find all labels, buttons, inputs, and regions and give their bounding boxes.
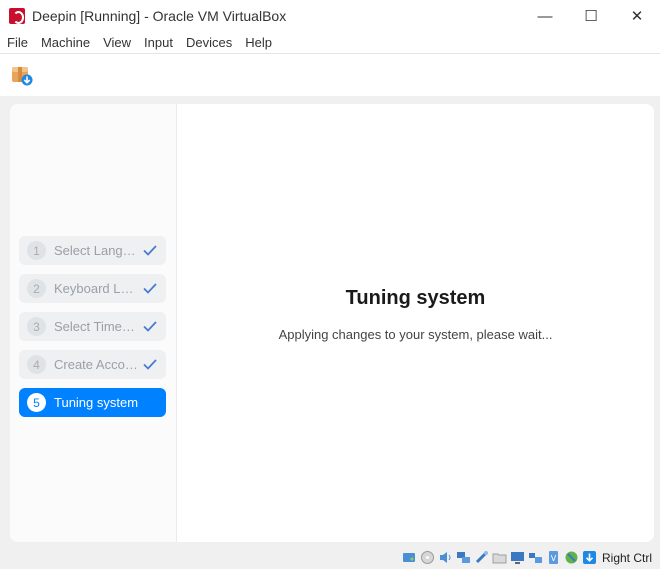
step-select-language: 1 Select Language (19, 236, 166, 265)
hard-disk-icon[interactable] (402, 550, 417, 565)
window-controls: — ☐ ✕ (522, 0, 660, 32)
installer-window: 1 Select Language 2 Keyboard Layout 3 Se… (10, 104, 654, 542)
step-tuning-system: 5 Tuning system (19, 388, 166, 417)
display-icon[interactable] (510, 550, 525, 565)
step-number: 2 (27, 279, 46, 298)
maximize-button[interactable]: ☐ (568, 0, 614, 32)
step-label: Create Account (54, 357, 139, 372)
virtualbox-vm-icon (9, 8, 25, 24)
step-label: Select Language (54, 243, 139, 258)
page-title: Tuning system (345, 287, 486, 309)
menu-file[interactable]: File (0, 35, 34, 50)
step-create-account: 4 Create Account (19, 350, 166, 379)
title-bar: Deepin [Running] - Oracle VM VirtualBox … (0, 0, 660, 32)
menu-devices[interactable]: Devices (179, 35, 238, 50)
step-label: Select Timezone (54, 319, 139, 334)
menu-input[interactable]: Input (137, 35, 179, 50)
menu-help[interactable]: Help (238, 35, 278, 50)
step-number: 4 (27, 355, 46, 374)
cpu-icon[interactable] (564, 550, 579, 565)
checkmark-icon (139, 321, 161, 332)
step-number: 3 (27, 317, 46, 336)
vm-display[interactable]: 1 Select Language 2 Keyboard Layout 3 Se… (0, 96, 660, 546)
svg-text:V: V (551, 554, 557, 563)
menu-view[interactable]: View (96, 35, 137, 50)
minimize-button[interactable]: — (522, 0, 568, 32)
audio-icon[interactable] (438, 550, 453, 565)
step-number: 5 (27, 393, 46, 412)
window-title: Deepin [Running] - Oracle VM VirtualBox (32, 8, 287, 24)
menu-machine[interactable]: Machine (34, 35, 96, 50)
installer-steps-sidebar: 1 Select Language 2 Keyboard Layout 3 Se… (10, 104, 177, 542)
step-number: 1 (27, 241, 46, 260)
optical-drive-icon[interactable] (420, 550, 435, 565)
checkmark-icon (139, 245, 161, 256)
close-button[interactable]: ✕ (614, 0, 660, 32)
step-label: Tuning system (54, 395, 139, 410)
checkmark-icon (139, 283, 161, 294)
usb-icon[interactable] (474, 550, 489, 565)
guest-additions-icon[interactable] (11, 64, 33, 86)
checkmark-icon (139, 359, 161, 370)
keyboard-capture-icon[interactable] (582, 550, 597, 565)
step-select-timezone: 3 Select Timezone (19, 312, 166, 341)
status-message: Applying changes to your system, please … (278, 327, 553, 342)
video-capture-icon[interactable] (528, 550, 543, 565)
step-label: Keyboard Layout (54, 281, 139, 296)
toolbar (0, 53, 660, 96)
installer-main-panel: Tuning system Applying changes to your s… (177, 104, 654, 542)
host-key-label: Right Ctrl (601, 550, 652, 565)
step-keyboard-layout: 2 Keyboard Layout (19, 274, 166, 303)
recording-icon[interactable]: V (546, 550, 561, 565)
status-bar: V Right Ctrl (0, 546, 660, 569)
shared-folders-icon[interactable] (492, 550, 507, 565)
network-icon[interactable] (456, 550, 471, 565)
menu-bar: File Machine View Input Devices Help (0, 32, 660, 53)
